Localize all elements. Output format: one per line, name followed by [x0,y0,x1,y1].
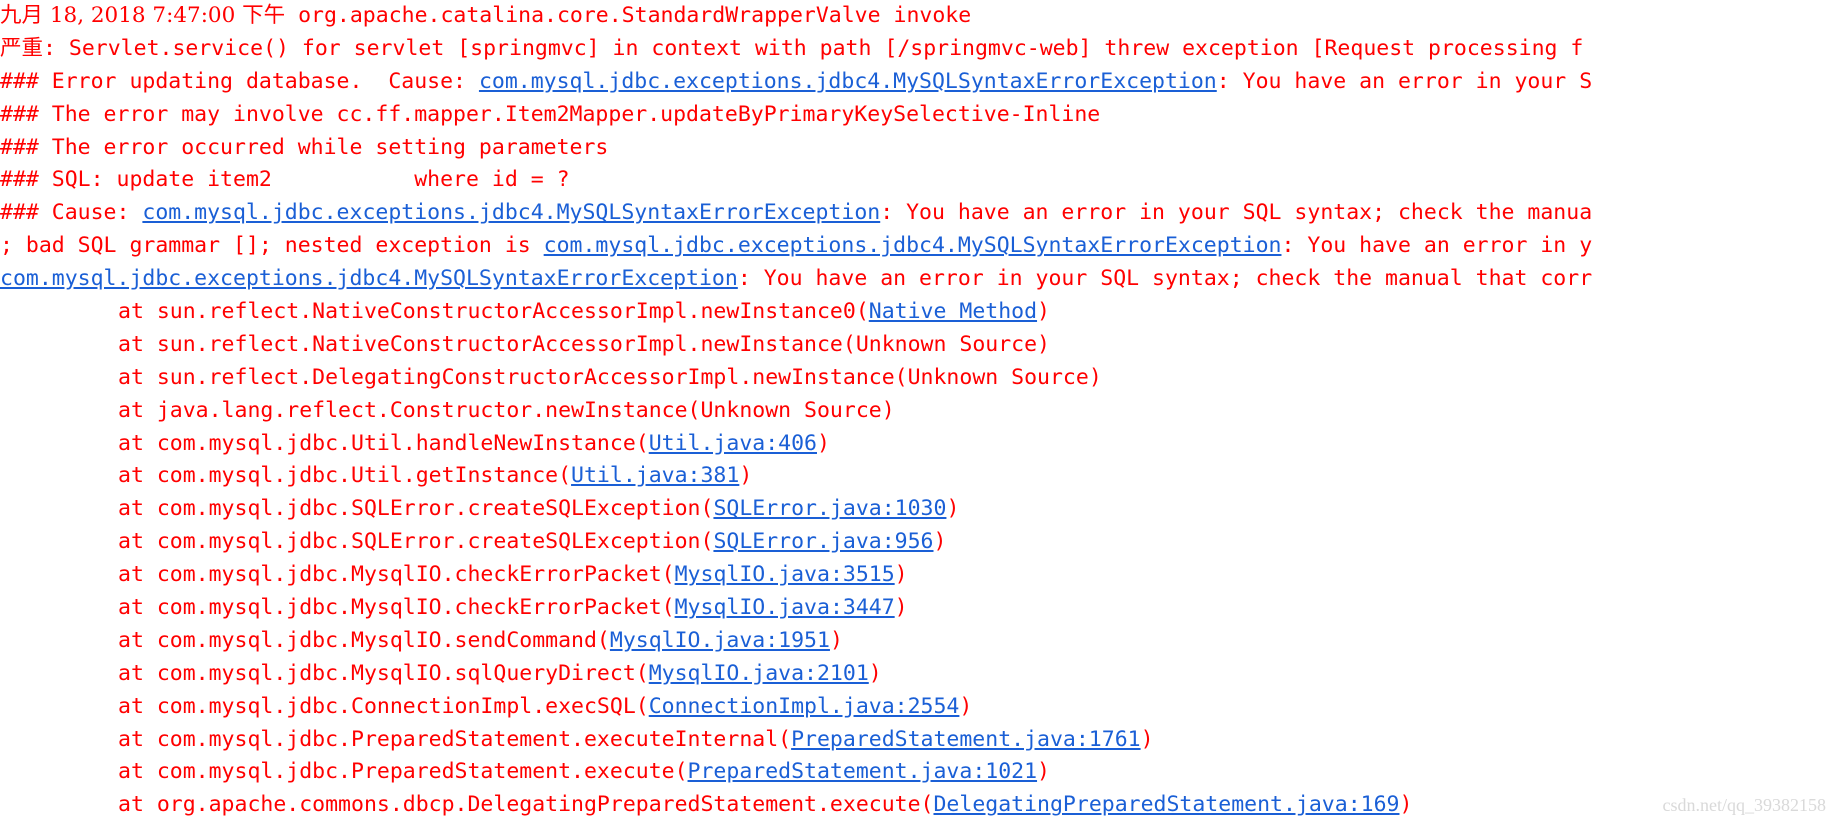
log-logger: org.apache.catalina.core.StandardWrapper… [285,3,972,28]
closing-paren: ) [933,529,947,555]
sql-line: ### SQL: update item2 where id = ? [0,167,570,193]
stack-frame: at com.mysql.jdbc.MysqlIO.checkErrorPack… [0,592,1838,625]
source-location-link[interactable]: MysqlIO.java:2101 [649,661,869,686]
stack-frame-method: at org.apache.commons.dbcp.DelegatingPre… [118,792,934,818]
source-location-link[interactable]: DelegatingPreparedStatement.java:169 [933,792,1399,817]
closing-paren: ) [1140,726,1154,752]
error-updating-text: ### Error updating database. Cause: [0,68,479,94]
stack-frame-method: at com.mysql.jdbc.Util.handleNewInstance… [118,430,649,456]
source-location-link[interactable]: MysqlIO.java:1951 [610,628,830,653]
source-location-link[interactable]: MysqlIO.java:3447 [675,595,895,620]
stack-frame: at com.mysql.jdbc.MysqlIO.sqlQueryDirect… [0,658,1838,691]
source-location-link[interactable]: MysqlIO.java:3515 [675,562,895,587]
bad-sql-line: ; bad SQL grammar []; nested exception i… [0,230,1838,263]
error-updating-suffix: : You have an error in your S [1216,68,1593,94]
watermark: csdn.net/qq_39382158 [1662,795,1827,815]
stack-frame: at com.mysql.jdbc.SQLError.createSQLExce… [0,493,1838,526]
log-message: : Servlet.service() for servlet [springm… [43,35,1584,61]
source-location: Unknown Source [855,331,1038,357]
exception-class-link[interactable]: com.mysql.jdbc.exceptions.jdbc4.MySQLSyn… [0,266,738,291]
source-location: Unknown Source [907,364,1089,390]
source-location-link[interactable]: Util.java:381 [571,463,739,488]
closing-paren: ) [881,397,895,423]
stack-frame: at com.mysql.jdbc.ConnectionImpl.execSQL… [0,691,1838,724]
stack-frame: at com.mysql.jdbc.Util.getInstance(Util.… [0,460,1838,493]
occurred-while-line: ### The error occurred while setting par… [0,134,609,160]
stack-frame: at sun.reflect.NativeConstructorAccessor… [0,296,1838,329]
closing-paren: ) [868,660,882,686]
exception-suffix: : You have an error in your SQL syntax; … [737,266,1593,292]
stack-frame-method: at com.mysql.jdbc.MysqlIO.checkErrorPack… [118,595,675,621]
closing-paren: ) [894,562,908,588]
stack-frame: at com.mysql.jdbc.MysqlIO.sendCommand(My… [0,625,1838,658]
stack-frame: at java.lang.reflect.Constructor.newInst… [0,395,1838,428]
stack-frame-method: at sun.reflect.NativeConstructorAccessor… [118,299,869,325]
console-output: 九月 18, 2018 7:47:00 下午 org.apache.catali… [0,0,1838,824]
source-location-link[interactable]: SQLError.java:956 [713,529,933,554]
source-location-link[interactable]: PreparedStatement.java:1021 [688,759,1038,784]
closing-paren: ) [817,430,830,456]
stack-frame: at sun.reflect.DelegatingConstructorAcce… [0,362,1838,395]
stack-frame: at com.mysql.jdbc.Util.handleNewInstance… [0,428,1838,461]
stack-frame-method: at com.mysql.jdbc.Util.getInstance( [118,463,572,489]
source-location: Unknown Source [700,397,882,423]
stack-frame: at com.mysql.jdbc.SQLError.createSQLExce… [0,526,1838,559]
closing-paren: ) [894,595,908,621]
stack-frame-method: at com.mysql.jdbc.SQLError.createSQLExce… [118,496,714,522]
stack-frame: at sun.reflect.NativeConstructorAccessor… [0,329,1838,362]
stack-frame: at com.mysql.jdbc.PreparedStatement.exec… [0,724,1838,757]
stack-frame: at com.mysql.jdbc.MysqlIO.checkErrorPack… [0,559,1838,592]
cause-line: ### Cause: com.mysql.jdbc.exceptions.jdb… [0,197,1838,230]
source-location-link[interactable]: PreparedStatement.java:1761 [791,727,1141,752]
closing-paren: ) [1399,792,1413,818]
closing-paren: ) [946,496,960,522]
log-header-line: 九月 18, 2018 7:47:00 下午 org.apache.catali… [0,0,1838,33]
stack-frame-method: at com.mysql.jdbc.ConnectionImpl.execSQL… [118,693,649,719]
cause-suffix: : You have an error in your SQL syntax; … [880,200,1593,226]
stack-frame-method: at com.mysql.jdbc.PreparedStatement.exec… [118,759,688,785]
log-date: 九月 18, 2018 7:47:00 下午 [0,3,286,28]
may-involve-line: ### The error may involve cc.ff.mapper.I… [0,101,1101,127]
source-location-link[interactable]: Util.java:406 [649,431,817,456]
closing-paren: ) [1037,759,1050,785]
closing-paren: ) [739,463,753,489]
stack-frame-method: at com.mysql.jdbc.MysqlIO.checkErrorPack… [118,562,675,588]
bad-sql-suffix: : You have an error in y [1281,233,1593,259]
error-updating-line: ### Error updating database. Cause: com.… [0,66,1838,99]
stack-frame-method: at com.mysql.jdbc.SQLError.createSQLExce… [118,529,714,555]
closing-paren: ) [1088,364,1102,390]
bad-sql-text: ; bad SQL grammar []; nested exception i… [0,233,544,259]
source-location-link[interactable]: SQLError.java:1030 [713,496,946,521]
stack-trace: at sun.reflect.NativeConstructorAccessor… [0,296,1838,822]
log-severity: 严重 [0,35,44,61]
stack-frame-method: at sun.reflect.DelegatingConstructorAcce… [118,364,908,390]
stack-frame-method: at java.lang.reflect.Constructor.newInst… [118,397,701,423]
stack-frame-method: at com.mysql.jdbc.MysqlIO.sendCommand( [118,627,610,653]
stack-frame-method: at com.mysql.jdbc.PreparedStatement.exec… [118,726,792,752]
closing-paren: ) [1037,299,1050,325]
source-location-link[interactable]: Native Method [869,299,1037,324]
exception-class-link[interactable]: com.mysql.jdbc.exceptions.jdbc4.MySQLSyn… [544,233,1282,258]
exception-class-link[interactable]: com.mysql.jdbc.exceptions.jdbc4.MySQLSyn… [142,200,880,225]
exception-line: com.mysql.jdbc.exceptions.jdbc4.MySQLSyn… [0,263,1838,296]
log-severity-line: 严重: Servlet.service() for servlet [sprin… [0,33,1838,66]
stack-frame: at org.apache.commons.dbcp.DelegatingPre… [0,789,1838,822]
cause-text: ### Cause: [0,200,143,226]
stack-frame: at com.mysql.jdbc.PreparedStatement.exec… [0,756,1838,789]
stack-frame-method: at sun.reflect.NativeConstructorAccessor… [118,331,856,357]
closing-paren: ) [829,627,843,653]
source-location-link[interactable]: ConnectionImpl.java:2554 [649,694,960,719]
closing-paren: ) [1037,331,1050,357]
exception-class-link[interactable]: com.mysql.jdbc.exceptions.jdbc4.MySQLSyn… [479,69,1217,94]
closing-paren: ) [959,693,973,719]
stack-frame-method: at com.mysql.jdbc.MysqlIO.sqlQueryDirect… [118,660,649,686]
